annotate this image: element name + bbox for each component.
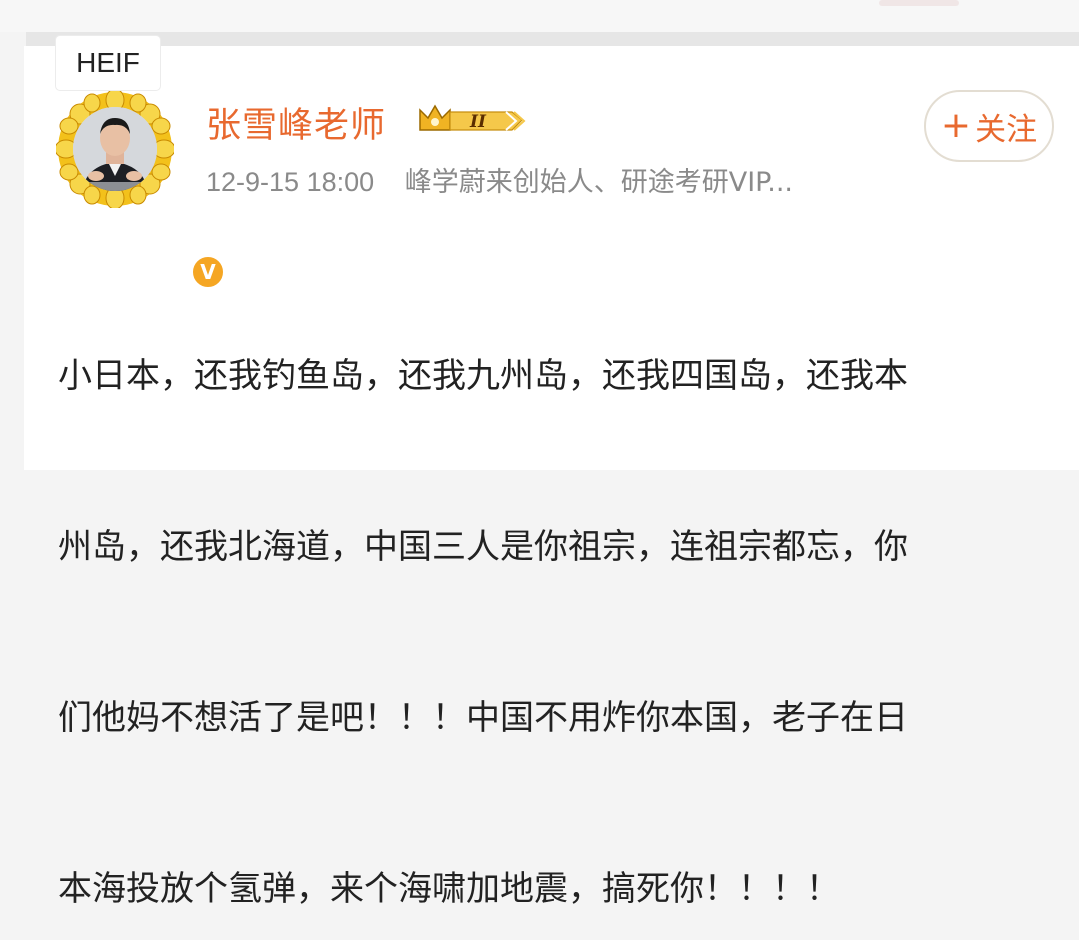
vip-crown-icon: II xyxy=(419,104,526,132)
top-decoration xyxy=(879,0,959,6)
vip-level: II xyxy=(469,112,487,132)
post-content-line: 们他妈不想活了是吧！！！中国不用炸你本国，老子在日 xyxy=(58,698,908,738)
feed-divider xyxy=(26,32,1079,46)
follow-button[interactable]: + 关注 xyxy=(924,90,1054,162)
plus-icon: + xyxy=(940,105,972,146)
post-content: 小日本，还我钓鱼岛，还我九州岛，还我四国岛，还我本 州岛，还我北海道，中国三人是… xyxy=(58,234,1058,940)
top-strip xyxy=(0,0,1079,32)
author-description: 峰学蔚来创始人、研途考研VIP... xyxy=(404,167,793,198)
post-content-line: 小日本，还我钓鱼岛，还我九州岛，还我四国岛，还我本 xyxy=(58,356,908,396)
heif-badge: HEIF xyxy=(56,36,160,90)
avatar[interactable]: V xyxy=(56,90,226,290)
post-timestamp: 12-9-15 18:00 xyxy=(206,167,375,197)
author-name[interactable]: 张雪峰老师 xyxy=(206,97,386,148)
post-content-line: 州岛，还我北海道，中国三人是你祖宗，连祖宗都忘，你 xyxy=(58,527,908,567)
post-meta: 12-9-15 18:00 峰学蔚来创始人、研途考研VIP... xyxy=(206,160,793,199)
post-content-line: 本海投放个氢弹，来个海啸加地震，搞死你！！！！ xyxy=(58,869,840,909)
follow-label: 关注 xyxy=(975,111,1038,148)
avatar-image xyxy=(56,90,174,208)
